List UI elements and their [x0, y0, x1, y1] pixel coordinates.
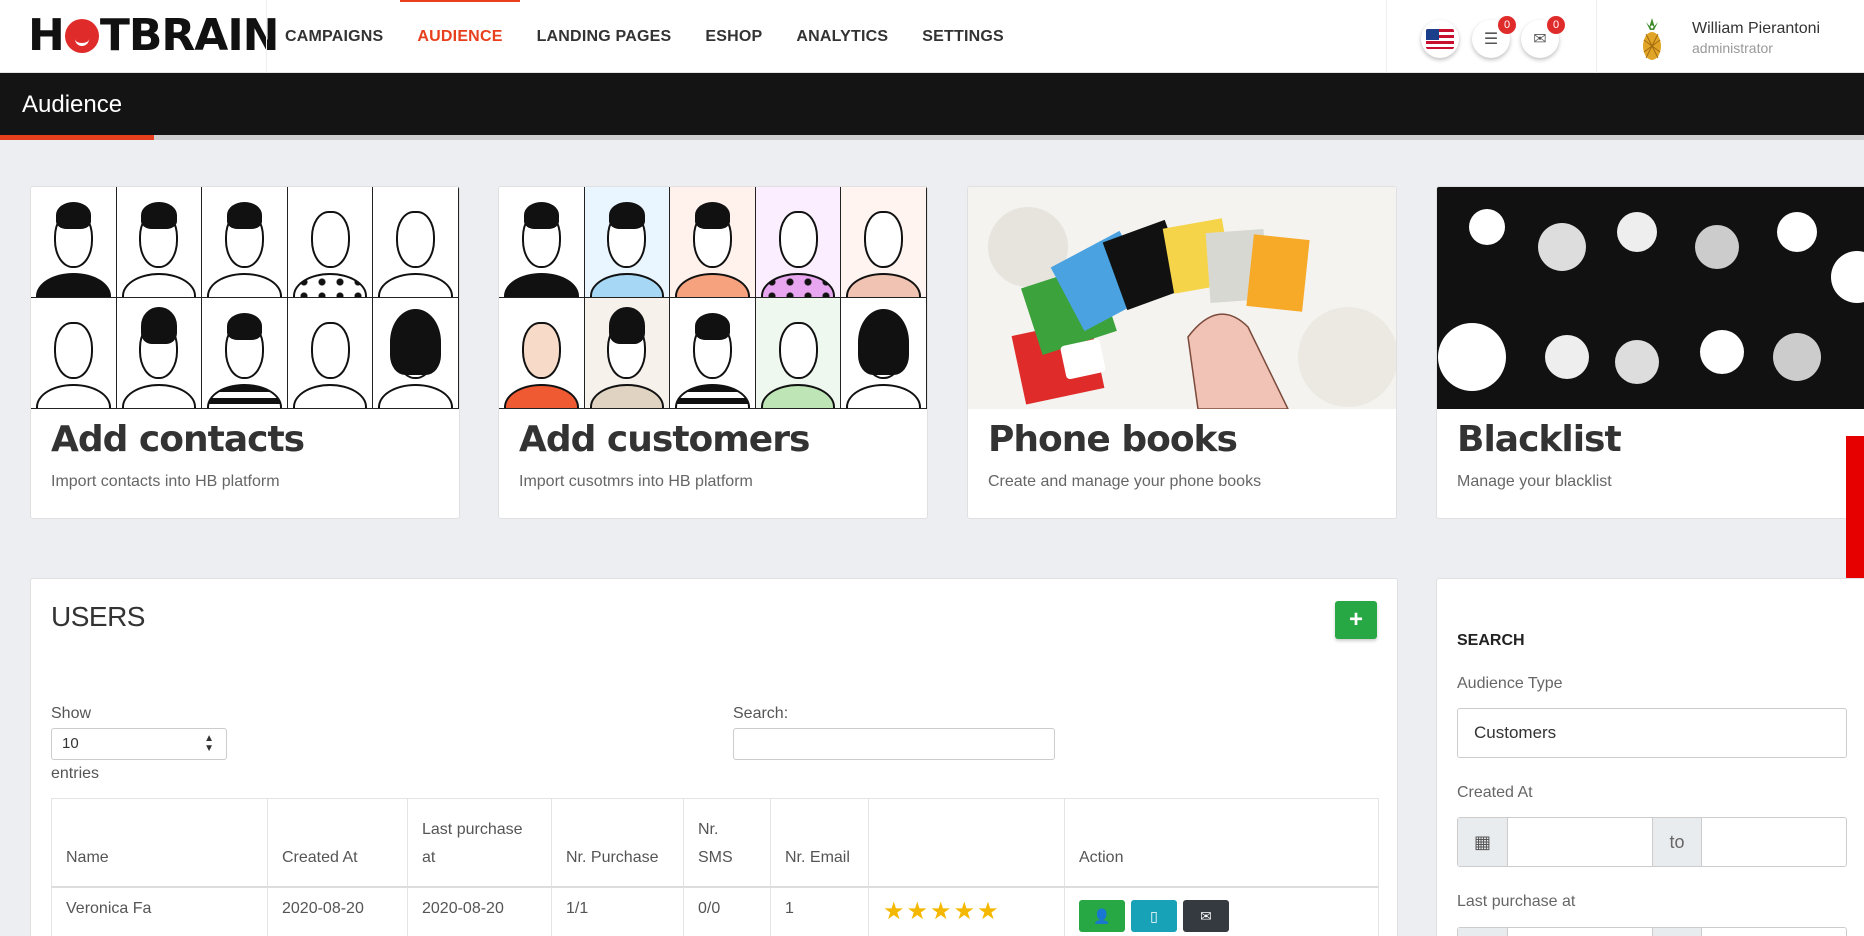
created-at-from-input[interactable]: [1508, 818, 1652, 866]
card-title: Blacklist: [1457, 419, 1622, 460]
user-name[interactable]: William Pierantoni: [1692, 20, 1820, 38]
logo-heart-icon: [64, 19, 99, 53]
card-title: Phone books: [988, 419, 1238, 460]
envelope-open-icon: ✉: [1200, 907, 1212, 924]
nav-audience[interactable]: AUDIENCE: [400, 0, 520, 73]
col-nr-sms[interactable]: Nr. SMS: [683, 798, 771, 888]
col-name[interactable]: Name: [51, 798, 268, 888]
entries-label: entries: [51, 765, 100, 782]
search-panel: SEARCH Audience Type Customers Created A…: [1436, 578, 1864, 936]
created-at-label: Created At: [1457, 784, 1533, 801]
last-purchase-label: Last purchase at: [1457, 893, 1576, 910]
tasks-badge: 0: [1498, 16, 1516, 34]
table-row[interactable]: Veronica Fa 2020-08-20 2020-08-20 1/1 0/…: [51, 886, 1379, 936]
entries-select[interactable]: 10 ▲ ▼: [51, 728, 227, 760]
blacklist-figures-illustration: [1438, 209, 1864, 391]
language-button[interactable]: [1421, 20, 1459, 58]
card-subtitle: Import cusotmrs into HB platform: [519, 473, 753, 490]
last-purchase-range: ▦: [1457, 927, 1847, 936]
users-title: USERS: [51, 601, 145, 632]
books-fan-illustration: [988, 207, 1396, 409]
col-last-purchase[interactable]: Last purchase at: [407, 798, 552, 888]
title-accent-bar: [0, 135, 154, 140]
nav-divider: [266, 0, 267, 73]
cell-nr-sms: 0/0: [683, 886, 771, 936]
col-action: Action: [1064, 798, 1379, 888]
search-title: SEARCH: [1457, 632, 1525, 649]
card-add-contacts[interactable]: Add contacts Import contacts into HB pla…: [30, 186, 460, 519]
hotbrain-logo[interactable]: H TBRAIN: [28, 14, 280, 58]
search-input[interactable]: [733, 728, 1055, 760]
nav-campaigns[interactable]: CAMPAIGNS: [268, 0, 400, 73]
col-rating: [868, 798, 1065, 888]
customers-illustration: [499, 187, 927, 409]
blacklist-illustration: [1437, 187, 1864, 409]
user-role: administrator: [1692, 40, 1773, 56]
sms-button[interactable]: ▯: [1131, 899, 1177, 932]
nav-analytics[interactable]: ANALYTICS: [779, 0, 905, 73]
card-blacklist[interactable]: Blacklist Manage your blacklist: [1436, 186, 1864, 519]
card-subtitle: Create and manage your phone books: [988, 473, 1262, 490]
calendar-icon[interactable]: ▦: [1458, 928, 1508, 936]
cell-rating: ★★★★★: [868, 886, 1065, 936]
search-label: Search:: [733, 705, 789, 722]
add-user-button[interactable]: +: [1335, 601, 1377, 639]
phone-books-illustration: [968, 187, 1396, 409]
card-phone-books[interactable]: Phone books Create and manage your phone…: [967, 186, 1397, 519]
nav-settings[interactable]: SETTINGS: [905, 0, 1021, 73]
last-purchase-to-input[interactable]: [1702, 928, 1846, 936]
nav-eshop[interactable]: ESHOP: [688, 0, 779, 73]
table-header-row: Name Created At Last purchase at Nr. Pur…: [51, 798, 1379, 888]
cell-name: Veronica Fa: [51, 886, 268, 936]
card-subtitle: Manage your blacklist: [1457, 473, 1612, 490]
created-at-range: ▦ to: [1457, 817, 1847, 867]
entries-value: 10: [62, 735, 79, 752]
checklist-icon: ☰: [1483, 31, 1499, 48]
select-arrows-icon: ▲ ▼: [204, 733, 214, 754]
card-add-customers[interactable]: Add customers Import cusotmrs into HB pl…: [498, 186, 928, 519]
main-menu: CAMPAIGNS AUDIENCE LANDING PAGES ESHOP A…: [268, 0, 1021, 73]
contacts-illustration: [31, 187, 459, 409]
audience-type-label: Audience Type: [1457, 675, 1563, 692]
top-navbar: H TBRAIN CAMPAIGNS AUDIENCE LANDING PAGES…: [0, 0, 1864, 73]
us-flag-icon: [1426, 29, 1454, 49]
rating-stars: ★★★★★: [883, 897, 1001, 925]
envelope-icon: ✉: [1533, 31, 1547, 48]
last-purchase-from-input[interactable]: [1508, 928, 1652, 936]
col-nr-email[interactable]: Nr. Email: [770, 798, 869, 888]
tasks-button[interactable]: ☰ 0: [1472, 16, 1516, 58]
title-underline: [154, 135, 1864, 140]
users-table: Name Created At Last purchase at Nr. Pur…: [51, 798, 1379, 936]
nav-divider: [1386, 0, 1387, 73]
profile-button[interactable]: 👤: [1079, 899, 1125, 932]
created-at-to-input[interactable]: [1702, 818, 1846, 866]
card-title: Add contacts: [51, 419, 305, 460]
cell-nr-purchase: 1/1: [551, 886, 684, 936]
col-created-at[interactable]: Created At: [267, 798, 408, 888]
to-label: to: [1652, 818, 1702, 866]
cell-last-purchase: 2020-08-20: [407, 886, 552, 936]
cell-nr-email: 1: [770, 886, 869, 936]
pineapple-avatar-icon[interactable]: [1638, 16, 1666, 62]
mobile-icon: ▯: [1150, 907, 1158, 924]
card-title: Add customers: [519, 419, 810, 460]
user-icon: 👤: [1093, 907, 1111, 924]
cell-actions: 👤 ▯ ✉: [1064, 886, 1379, 936]
email-button[interactable]: ✉: [1183, 899, 1229, 932]
page-title: Audience: [22, 91, 123, 118]
col-nr-purchase[interactable]: Nr. Purchase: [551, 798, 684, 888]
messages-button[interactable]: ✉ 0: [1521, 16, 1565, 58]
nav-divider: [1596, 0, 1597, 73]
audience-type-select[interactable]: Customers: [1457, 708, 1847, 758]
nav-landing-pages[interactable]: LANDING PAGES: [520, 0, 689, 73]
card-subtitle: Import contacts into HB platform: [51, 473, 280, 490]
page-header: Audience: [0, 73, 1864, 140]
to-label: [1652, 928, 1702, 936]
users-panel: USERS + Show 10 ▲ ▼ entries Search: Name …: [30, 578, 1398, 936]
show-label: Show: [51, 705, 92, 722]
cell-created-at: 2020-08-20: [267, 886, 408, 936]
messages-badge: 0: [1547, 16, 1565, 34]
calendar-icon[interactable]: ▦: [1458, 818, 1508, 866]
